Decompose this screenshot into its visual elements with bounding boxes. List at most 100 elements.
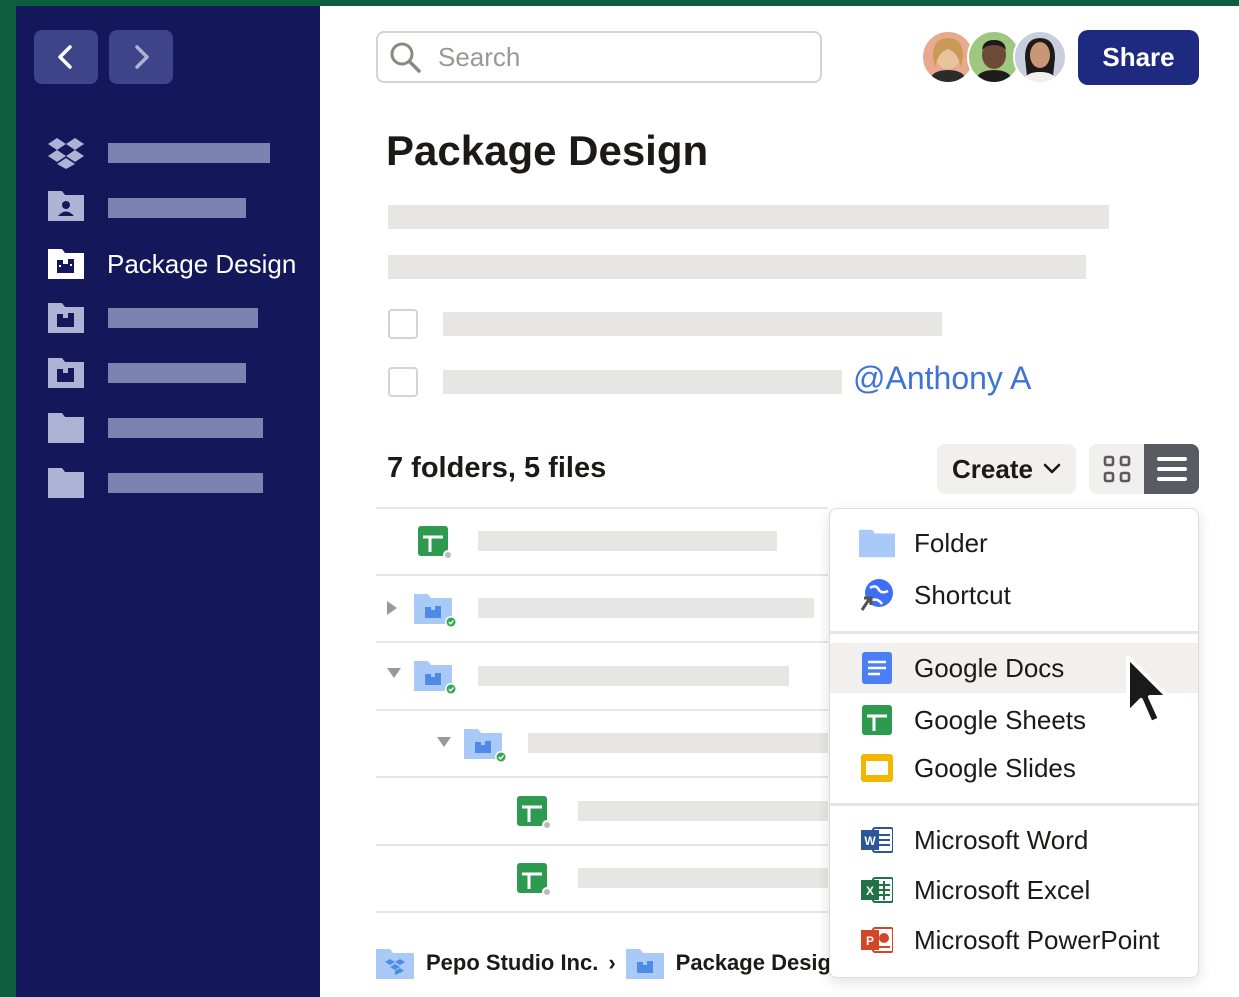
sidebar: Package Design — [16, 6, 320, 997]
menu-divider — [830, 631, 1198, 634]
sidebar-placeholder — [108, 418, 263, 438]
sidebar-item-personal[interactable] — [48, 188, 84, 222]
shortcut-icon — [859, 577, 895, 613]
row-divider — [376, 507, 828, 509]
breadcrumb-separator-icon: › — [608, 950, 616, 975]
file-count: 7 folders, 5 files — [387, 452, 607, 484]
sidebar-placeholder — [108, 198, 246, 218]
search-box[interactable] — [376, 31, 822, 83]
caret-right-icon[interactable] — [386, 600, 398, 616]
mouse-cursor-icon — [1126, 655, 1170, 725]
google-sheets-icon — [859, 702, 895, 738]
folder-icon — [48, 465, 84, 499]
share-button[interactable]: Share — [1078, 30, 1199, 85]
google-sheets-icon — [516, 862, 556, 903]
menu-item-label: Microsoft Word — [914, 824, 1089, 855]
team-folder-icon — [48, 246, 84, 280]
team-folder-synced-icon — [464, 727, 510, 770]
search-input[interactable] — [436, 40, 800, 74]
row-divider — [376, 574, 828, 576]
frame-left — [0, 0, 16, 997]
grid-icon — [1103, 455, 1130, 483]
menu-item-microsoft-excel[interactable]: X Microsoft Excel — [830, 865, 1198, 915]
menu-item-microsoft-word[interactable]: W Microsoft Word — [830, 815, 1198, 865]
search-icon — [390, 42, 421, 73]
create-button[interactable]: Create — [937, 444, 1076, 494]
folder-name-placeholder — [528, 733, 828, 753]
sidebar-item-folder[interactable] — [48, 410, 84, 444]
create-label: Create — [952, 453, 1033, 484]
google-sheets-icon — [417, 525, 457, 566]
create-menu: Folder Shortcut Google Docs Google Sheet… — [829, 508, 1199, 978]
sidebar-placeholder — [108, 473, 263, 493]
svg-text:X: X — [866, 884, 874, 898]
sidebar-placeholder — [108, 308, 258, 328]
sidebar-placeholder — [108, 143, 270, 163]
google-slides-icon — [859, 750, 895, 786]
team-folder-synced-icon — [414, 592, 460, 635]
forward-button[interactable] — [109, 30, 173, 84]
task-checkbox[interactable] — [388, 367, 418, 397]
task-checkbox[interactable] — [388, 309, 418, 339]
sidebar-item-label: Package Design — [107, 249, 297, 279]
google-docs-icon — [859, 650, 895, 686]
list-icon — [1156, 457, 1187, 481]
google-sheets-icon — [516, 795, 556, 836]
menu-item-folder[interactable]: Folder — [830, 518, 1198, 568]
page-title: Package Design — [386, 127, 709, 174]
description-placeholder — [388, 255, 1086, 279]
team-folder-icon — [48, 355, 84, 389]
menu-item-label: Shortcut — [914, 579, 1011, 610]
personal-folder-icon — [48, 188, 84, 222]
breadcrumb-current[interactable]: Package Design — [676, 950, 845, 976]
caret-down-icon[interactable] — [386, 667, 402, 679]
breadcrumb-root[interactable]: Pepo Studio Inc. — [426, 950, 598, 976]
avatar[interactable] — [1013, 30, 1067, 84]
row-divider — [376, 641, 828, 643]
row-divider — [376, 709, 828, 711]
mention-link[interactable]: @Anthony A — [853, 360, 1031, 397]
sidebar-item-dropbox[interactable] — [48, 136, 84, 170]
menu-item-label: Microsoft Excel — [914, 874, 1091, 905]
excel-icon: X — [859, 872, 895, 908]
team-folder-icon — [48, 300, 84, 334]
sidebar-item-team-folder[interactable] — [48, 300, 84, 334]
menu-item-google-slides[interactable]: Google Slides — [830, 743, 1198, 793]
task-placeholder — [443, 370, 842, 394]
menu-item-label: Google Docs — [914, 652, 1065, 683]
breadcrumb: Pepo Studio Inc. › Package Design — [376, 945, 844, 981]
description-placeholder — [388, 205, 1109, 229]
menu-divider — [830, 803, 1198, 806]
menu-item-label: Microsoft PowerPoint — [914, 924, 1160, 955]
team-folder-synced-icon — [414, 659, 460, 702]
grid-view-button[interactable] — [1089, 444, 1144, 494]
svg-text:P: P — [866, 934, 874, 948]
caret-down-icon[interactable] — [436, 736, 452, 748]
sidebar-item-package-design[interactable] — [48, 246, 84, 280]
list-view-button[interactable] — [1144, 444, 1199, 494]
back-button[interactable] — [34, 30, 98, 84]
row-divider — [376, 844, 828, 846]
sidebar-item-team-folder[interactable] — [48, 355, 84, 389]
menu-item-label: Google Slides — [914, 752, 1076, 783]
task-placeholder — [443, 312, 942, 336]
menu-item-microsoft-powerpoint[interactable]: P Microsoft PowerPoint — [830, 915, 1198, 965]
chevron-left-icon — [58, 45, 72, 69]
chevron-down-icon — [1043, 463, 1061, 474]
file-name-placeholder — [578, 801, 828, 821]
dropbox-icon — [48, 136, 84, 170]
team-folder-icon — [625, 949, 664, 979]
menu-item-shortcut[interactable]: Shortcut — [830, 570, 1198, 620]
sidebar-placeholder — [108, 363, 246, 383]
folder-name-placeholder — [478, 598, 814, 618]
folder-icon — [859, 525, 895, 561]
menu-item-label: Google Sheets — [914, 704, 1087, 735]
file-name-placeholder — [478, 531, 777, 551]
dropbox-folder-icon — [376, 949, 414, 979]
sidebar-item-folder[interactable] — [48, 465, 84, 499]
folder-name-placeholder — [478, 666, 789, 686]
chevron-right-icon — [135, 45, 149, 69]
file-name-placeholder — [578, 868, 828, 888]
menu-item-label: Folder — [914, 527, 988, 558]
word-icon: W — [859, 822, 895, 858]
